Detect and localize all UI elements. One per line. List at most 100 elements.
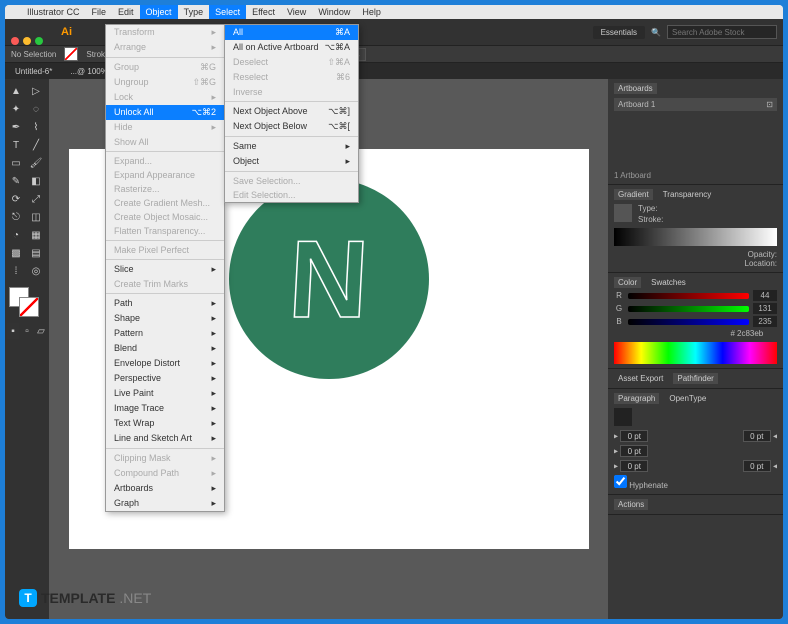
paragraph-tab[interactable]: Paragraph (614, 393, 659, 404)
menu-item: Clipping Mask▸ (106, 451, 224, 466)
maximize-icon[interactable] (35, 37, 43, 45)
rectangle-tool-icon[interactable]: ▭ (7, 155, 25, 171)
transparency-tab[interactable]: Transparency (659, 189, 716, 200)
stroke-color-icon[interactable] (19, 297, 39, 317)
b-value[interactable]: 235 (753, 316, 777, 327)
menu-item[interactable]: Perspective▸ (106, 371, 224, 386)
direct-selection-tool-icon[interactable]: ▷ (27, 83, 45, 99)
width-tool-icon[interactable]: ⎋ (7, 209, 25, 225)
gradient-type-label: Type: (638, 204, 663, 213)
menu-item: Expand... (106, 154, 224, 168)
logo-circle[interactable]: N (229, 179, 429, 379)
menubar-file[interactable]: File (86, 5, 113, 19)
menu-item[interactable]: Shape▸ (106, 311, 224, 326)
gradient-mode-icon[interactable]: ▫ (21, 323, 33, 339)
menubar-help[interactable]: Help (356, 5, 387, 19)
color-spectrum[interactable] (614, 342, 777, 364)
color-tab[interactable]: Color (614, 277, 641, 288)
fill-stroke-colors[interactable] (7, 287, 47, 317)
menu-item[interactable]: Artboards▸ (106, 481, 224, 496)
perspective-tool-icon[interactable]: ▦ (27, 227, 45, 243)
hyphenate-checkbox[interactable] (614, 475, 627, 488)
apple-icon[interactable] (9, 10, 21, 14)
blend-tool-icon[interactable]: ◎ (27, 263, 45, 279)
search-input[interactable] (667, 25, 777, 39)
curvature-tool-icon[interactable]: ⌇ (27, 119, 45, 135)
mesh-tool-icon[interactable]: ▩ (7, 245, 25, 261)
menu-item[interactable]: Image Trace▸ (106, 401, 224, 416)
menu-item[interactable]: Next Object Below⌥⌘[ (225, 119, 358, 134)
menubar-view[interactable]: View (281, 5, 312, 19)
swatches-tab[interactable]: Swatches (647, 277, 690, 288)
menubar-effect[interactable]: Effect (246, 5, 281, 19)
lasso-tool-icon[interactable]: ◌ (27, 101, 45, 117)
paintbrush-tool-icon[interactable]: 🖌 (27, 155, 45, 171)
menubar-select[interactable]: Select (209, 5, 246, 19)
align-preview-icon (614, 408, 632, 426)
menu-item[interactable]: Line and Sketch Art▸ (106, 431, 224, 446)
menu-item[interactable]: Next Object Above⌥⌘] (225, 104, 358, 119)
menu-item[interactable]: Unlock All⌥⌘2 (106, 105, 224, 120)
opentype-tab[interactable]: OpenType (665, 393, 710, 404)
menu-item[interactable]: Slice▸ (106, 262, 224, 277)
gradient-tool-icon[interactable]: ▤ (27, 245, 45, 261)
indent-right-field[interactable] (743, 430, 771, 442)
indent-left-field[interactable] (620, 430, 648, 442)
pathfinder-tab[interactable]: Pathfinder (673, 373, 717, 384)
logo-letter[interactable]: N (285, 216, 371, 343)
menubar-type[interactable]: Type (178, 5, 210, 19)
gradient-preview-icon[interactable] (614, 204, 632, 222)
menu-item[interactable]: Graph▸ (106, 496, 224, 511)
menu-item[interactable]: All⌘A (225, 25, 358, 40)
r-value[interactable]: 44 (753, 290, 777, 301)
menu-item[interactable]: Path▸ (106, 296, 224, 311)
menu-item[interactable]: Envelope Distort▸ (106, 356, 224, 371)
space-after-field[interactable] (743, 460, 771, 472)
menu-item[interactable]: All on Active Artboard⌥⌘A (225, 40, 358, 55)
g-value[interactable]: 131 (753, 303, 777, 314)
firstline-field[interactable] (620, 445, 648, 457)
hex-value[interactable]: 2c83eb (737, 329, 777, 338)
actions-tab[interactable]: Actions (614, 499, 648, 510)
workspace-switcher[interactable]: Essentials (593, 26, 645, 39)
selection-tool-icon[interactable]: ▲ (7, 83, 25, 99)
object-menu-dropdown: Transform▸Arrange▸Group⌘GUngroup⇧⌘GLock▸… (105, 24, 225, 512)
menu-item[interactable]: Pattern▸ (106, 326, 224, 341)
gradient-ramp[interactable] (614, 228, 777, 246)
menubar-window[interactable]: Window (312, 5, 356, 19)
type-tool-icon[interactable]: T (7, 137, 25, 153)
artboards-tab[interactable]: Artboards (614, 83, 657, 94)
rotate-tool-icon[interactable]: ⟳ (7, 191, 25, 207)
r-slider[interactable] (628, 293, 749, 299)
eyedropper-tool-icon[interactable]: ⁞ (7, 263, 25, 279)
eraser-tool-icon[interactable]: ◧ (27, 173, 45, 189)
menu-item[interactable]: Same▸ (225, 139, 358, 154)
fill-swatch[interactable] (64, 47, 78, 61)
menubar-app[interactable]: Illustrator CC (21, 5, 86, 19)
menubar-object[interactable]: Object (140, 5, 178, 19)
magic-wand-tool-icon[interactable]: ✦ (7, 101, 25, 117)
shape-builder-tool-icon[interactable]: ◔ (7, 227, 25, 243)
doc-tab[interactable]: Untitled-6* (9, 65, 58, 78)
color-mode-icon[interactable]: ▪ (7, 323, 19, 339)
g-slider[interactable] (628, 306, 749, 312)
menubar-edit[interactable]: Edit (112, 5, 140, 19)
minimize-icon[interactable] (23, 37, 31, 45)
gradient-tab[interactable]: Gradient (614, 189, 653, 200)
pen-tool-icon[interactable]: ✒ (7, 119, 25, 135)
menu-item[interactable]: Live Paint▸ (106, 386, 224, 401)
pencil-tool-icon[interactable]: ✎ (7, 173, 25, 189)
space-before-field[interactable] (620, 460, 648, 472)
menu-item[interactable]: Object▸ (225, 154, 358, 169)
artboard-options-icon[interactable]: ⊡ (766, 100, 773, 109)
menu-item[interactable]: Blend▸ (106, 341, 224, 356)
close-icon[interactable] (11, 37, 19, 45)
none-mode-icon[interactable]: ▱ (35, 323, 47, 339)
free-transform-tool-icon[interactable]: ◫ (27, 209, 45, 225)
b-slider[interactable] (628, 319, 749, 325)
asset-export-tab[interactable]: Asset Export (614, 373, 667, 384)
scale-tool-icon[interactable]: ⤢ (27, 191, 45, 207)
artboard-list-item[interactable]: Artboard 1⊡ (614, 98, 777, 111)
line-tool-icon[interactable]: ╱ (27, 137, 45, 153)
menu-item[interactable]: Text Wrap▸ (106, 416, 224, 431)
